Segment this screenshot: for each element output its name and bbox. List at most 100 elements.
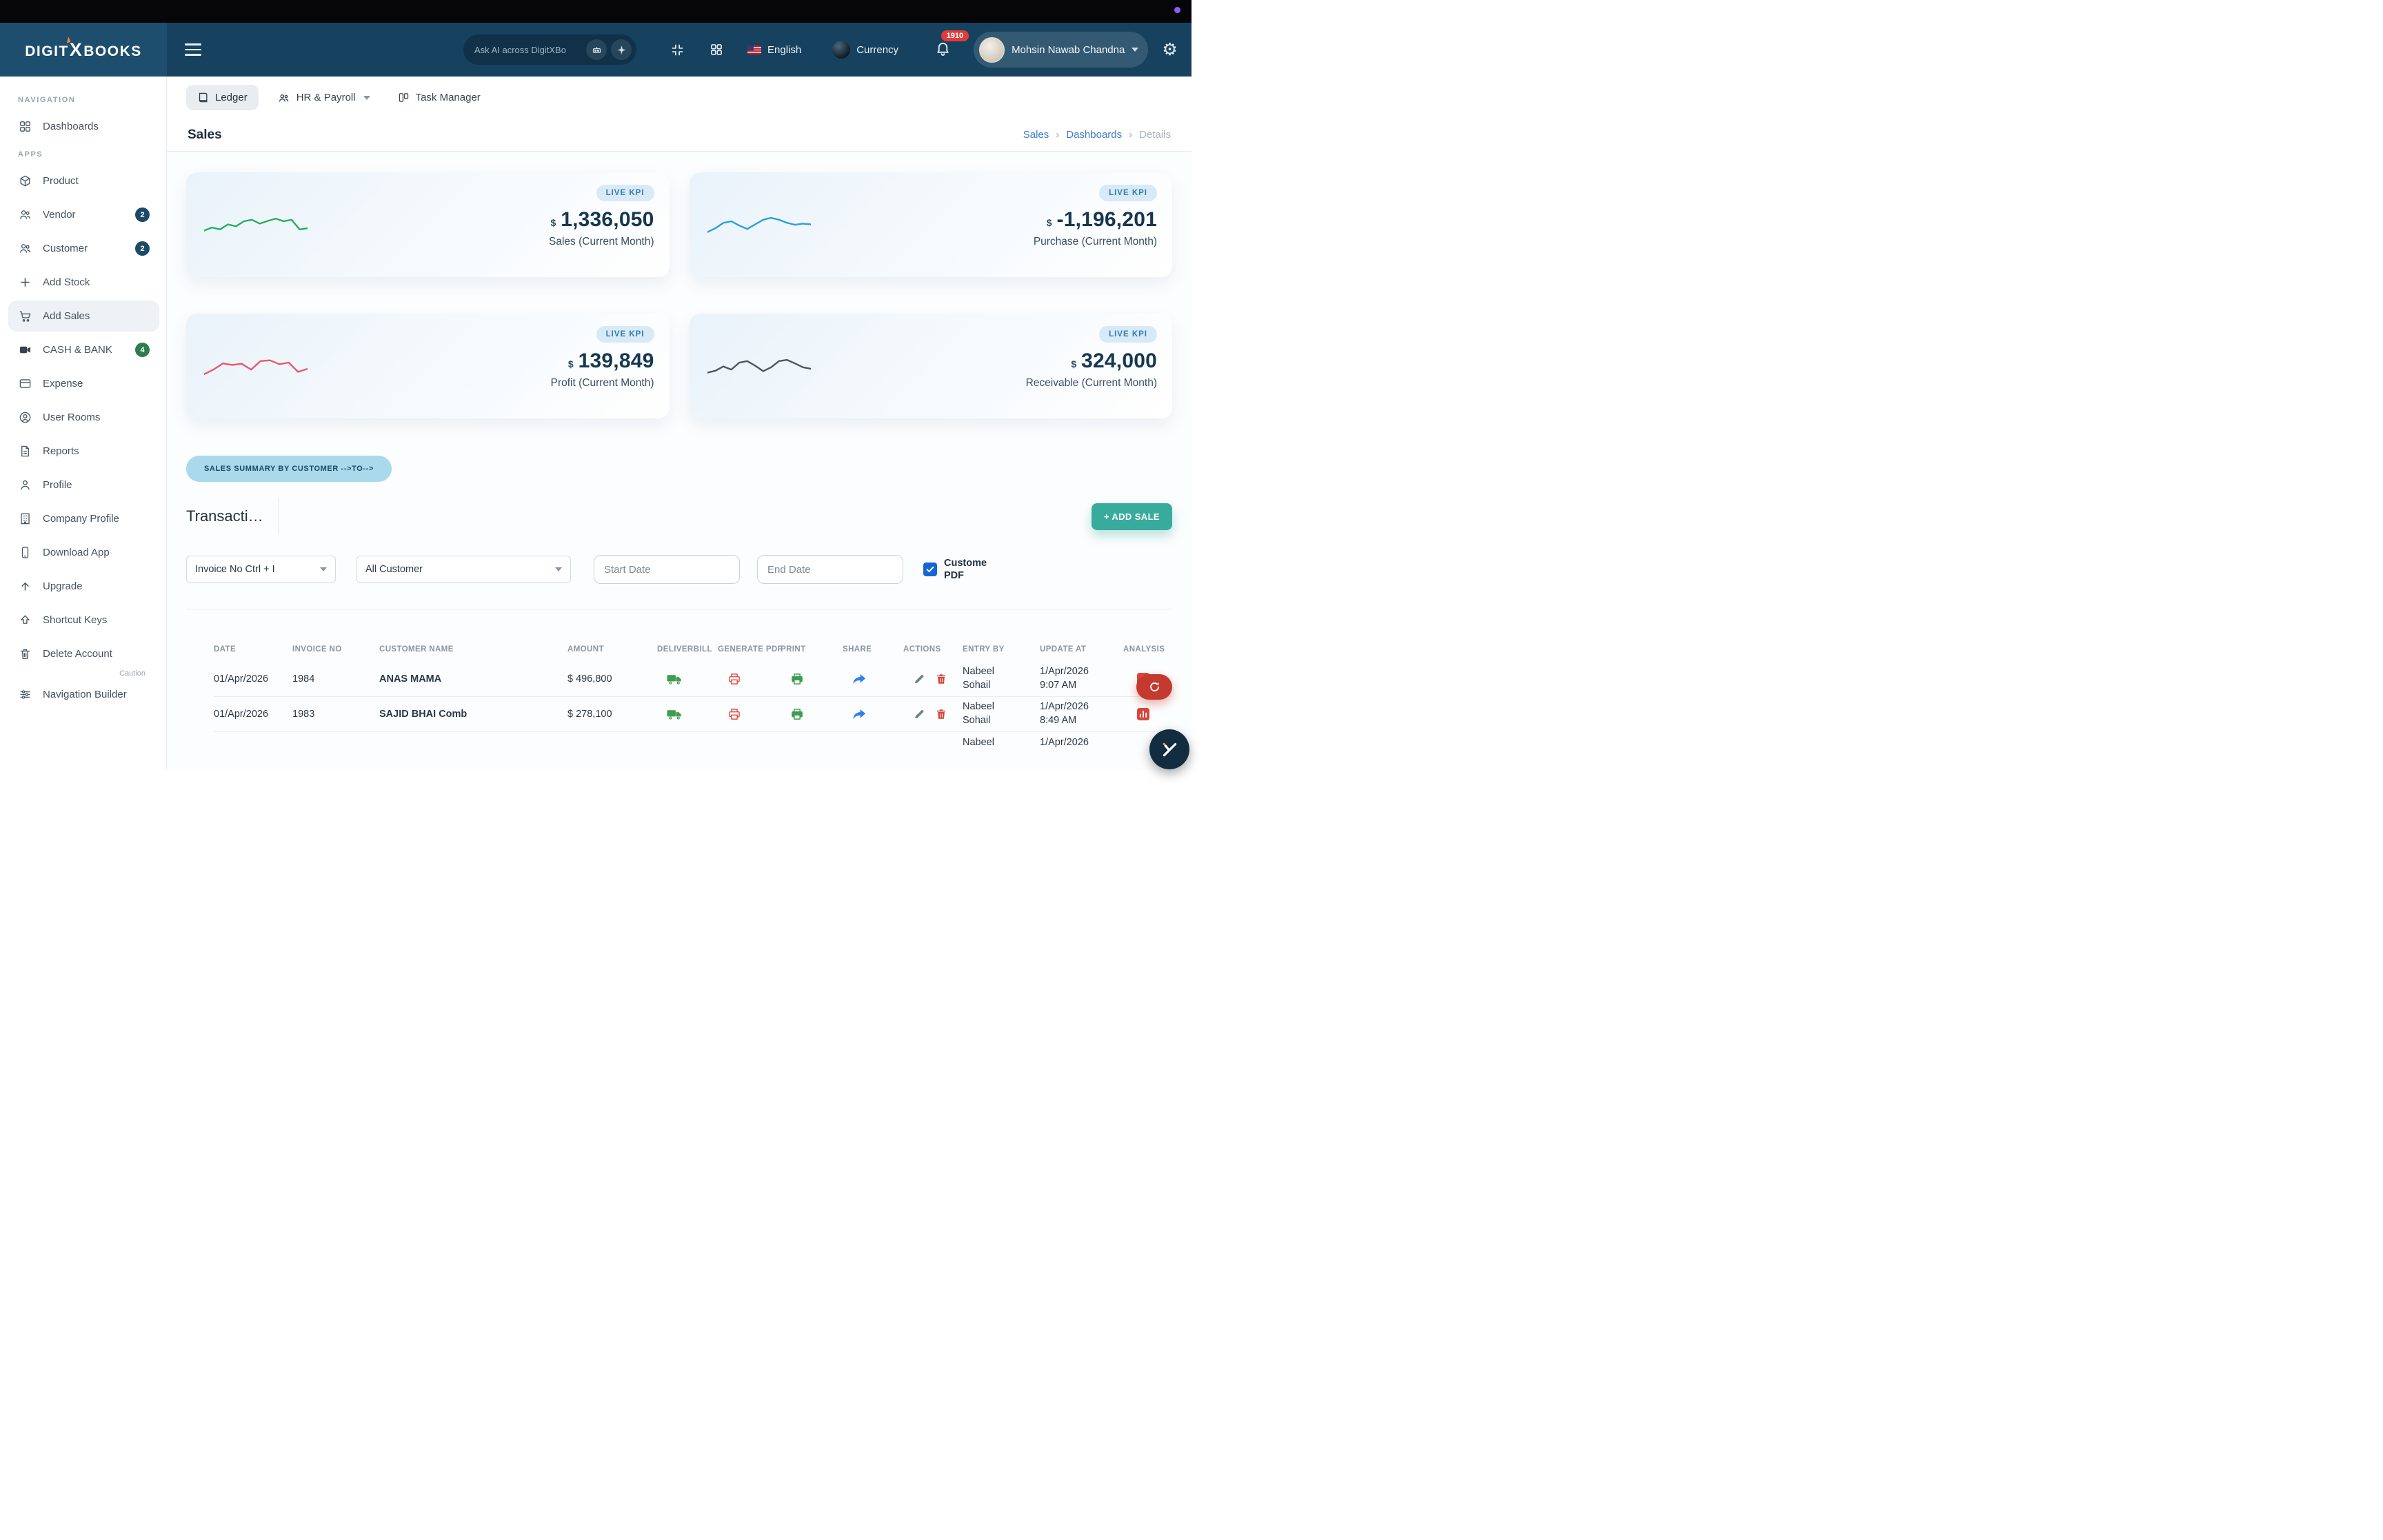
sidebar-item-cash-bank[interactable]: CASH & BANK 4 (8, 334, 159, 365)
delete-trash-icon[interactable] (935, 673, 947, 685)
receivable-sparkline (707, 347, 811, 391)
analysis-icon[interactable] (1137, 708, 1149, 720)
ai-sparkle-icon[interactable] (611, 39, 632, 60)
language-label: English (767, 44, 801, 56)
sliders-icon (18, 688, 32, 701)
smartphone-icon (18, 546, 32, 559)
task-board-icon (398, 92, 410, 103)
tab-ledger[interactable]: Ledger (186, 85, 259, 110)
sidebar-item-shortcut-keys[interactable]: Shortcut Keys (8, 605, 159, 636)
divider (167, 151, 1192, 152)
sidebar-item-label: Download App (43, 547, 150, 558)
custom-pdf-toggle: Custome PDF (923, 557, 998, 582)
add-sale-button[interactable]: + ADD SALE (1092, 503, 1172, 530)
language-selector[interactable]: English (747, 44, 801, 56)
currency-selector[interactable]: Currency (832, 41, 898, 59)
sidebar-item-dashboards[interactable]: Dashboards (8, 111, 159, 142)
user-menu[interactable]: Mohsin Nawab Chandna (974, 32, 1148, 68)
vendor-icon (18, 208, 32, 221)
customer-filter-select[interactable]: All Customer (356, 556, 571, 583)
sidebar-item-user-rooms[interactable]: User Rooms (8, 402, 159, 433)
sidebar-item-expense[interactable]: Expense (8, 368, 159, 399)
print-printer-icon[interactable] (790, 707, 804, 721)
logo-block[interactable]: DIGITXBOOKS (0, 23, 167, 77)
caution-label: Caution (8, 669, 159, 678)
sidebar-item-company-profile[interactable]: Company Profile (8, 503, 159, 534)
notifications-button[interactable]: 1910 (935, 40, 951, 59)
kpi-value: 324,000 (1081, 349, 1157, 373)
refresh-button[interactable] (1136, 674, 1172, 700)
print-printer-icon[interactable] (790, 672, 804, 686)
sidebar-item-product[interactable]: Product (8, 165, 159, 196)
table-row[interactable]: Nabeel 1/Apr/2026 (214, 732, 1172, 767)
ai-tool-icon-1[interactable] (586, 39, 607, 60)
ai-search-input[interactable] (474, 45, 582, 55)
building-icon (18, 512, 32, 525)
table-row[interactable]: 01/Apr/2026 1983 SAJID BHAI Comb $ 278,1… (214, 697, 1172, 732)
breadcrumb-sales[interactable]: Sales (1023, 129, 1049, 141)
end-date-input[interactable] (757, 555, 903, 584)
table-header-row: DATE INVOICE NO CUSTOMER NAME AMOUNT DEL… (214, 630, 1172, 662)
ai-search-bar[interactable] (463, 34, 636, 65)
settings-gear-icon[interactable]: ⚙ (1162, 41, 1177, 59)
breadcrumb-dashboards[interactable]: Dashboards (1066, 129, 1122, 141)
sidebar-item-delete-account[interactable]: Delete Account (8, 638, 159, 669)
sidebar-item-upgrade[interactable]: Upgrade (8, 571, 159, 602)
top-strip (0, 0, 1192, 23)
report-file-icon (18, 445, 32, 458)
sidebar-item-navigation-builder[interactable]: Navigation Builder (8, 679, 159, 710)
edit-pencil-icon[interactable] (913, 673, 925, 685)
generate-pdf-printer-icon[interactable] (727, 707, 741, 721)
kpi-grid: LIVE KPI $ 1,336,050 Sales (Current Mont… (186, 172, 1172, 418)
cell-invoice-no: 1983 (292, 709, 379, 720)
custom-pdf-label: Custome PDF (944, 557, 998, 582)
sidebar-item-vendor[interactable]: Vendor 2 (8, 199, 159, 230)
sidebar-item-reports[interactable]: Reports (8, 436, 159, 467)
delete-trash-icon[interactable] (935, 708, 947, 720)
live-kpi-badge: LIVE KPI (1099, 185, 1157, 201)
tab-hr-payroll[interactable]: HR & Payroll (270, 85, 379, 111)
sidebar-item-label: Vendor (43, 209, 124, 221)
col-header-print: PRINT (781, 645, 843, 654)
user-name: Mohsin Nawab Chandna (1012, 44, 1125, 56)
generate-pdf-printer-icon[interactable] (727, 672, 741, 686)
sales-summary-button[interactable]: SALES SUMMARY BY CUSTOMER -->TO--> (186, 456, 392, 482)
sidebar-item-label: Navigation Builder (43, 689, 150, 700)
sidebar-item-customer[interactable]: Customer 2 (8, 233, 159, 264)
share-icon[interactable] (852, 709, 866, 720)
col-header-update-at: UPDATE AT (1040, 645, 1123, 654)
apps-grid-icon[interactable] (710, 43, 723, 57)
trash-icon (18, 647, 32, 660)
digitxbooks-fab[interactable] (1149, 729, 1189, 769)
share-icon[interactable] (852, 673, 866, 685)
kpi-value: -1,196,201 (1057, 208, 1157, 232)
sales-sparkline (204, 205, 308, 250)
vendor-count-badge: 2 (135, 207, 150, 222)
custom-pdf-checkbox[interactable] (923, 563, 937, 576)
invoice-filter-select[interactable]: Invoice No Ctrl + I (186, 556, 336, 583)
sidebar-item-profile[interactable]: Profile (8, 469, 159, 500)
cell-date: 01/Apr/2026 (214, 673, 292, 685)
sidebar-item-download-app[interactable]: Download App (8, 537, 159, 568)
bell-icon (935, 40, 951, 56)
deliverbill-truck-icon[interactable] (667, 673, 683, 686)
kpi-value: 139,849 (579, 349, 654, 373)
edit-pencil-icon[interactable] (913, 708, 925, 720)
start-date-input[interactable] (594, 555, 740, 584)
table-row[interactable]: 01/Apr/2026 1984 ANAS MAMA $ 496,800 Nab… (214, 662, 1172, 697)
tab-task-manager[interactable]: Task Manager (390, 85, 489, 110)
col-header-customer-name: CUSTOMER NAME (379, 645, 567, 654)
collapse-view-icon[interactable] (670, 43, 685, 57)
transactions-title: Transacti… (186, 507, 263, 525)
app-header: DIGITXBOOKS English Currency 1910 Mohsin… (0, 23, 1192, 77)
sidebar-item-label: Expense (43, 378, 150, 389)
logo-text-post: BOOKS (83, 43, 142, 60)
sidebar-item-add-sales[interactable]: Add Sales (8, 301, 159, 332)
filters-row: Invoice No Ctrl + I All Customer Custome… (186, 555, 1172, 584)
tab-ledger-label: Ledger (215, 92, 248, 103)
sidebar-section-navigation: NAVIGATION (8, 90, 159, 111)
sidebar-item-add-stock[interactable]: Add Stock (8, 267, 159, 298)
col-header-share: SHARE (843, 645, 903, 654)
deliverbill-truck-icon[interactable] (667, 708, 683, 721)
hamburger-menu-icon[interactable] (185, 40, 201, 59)
